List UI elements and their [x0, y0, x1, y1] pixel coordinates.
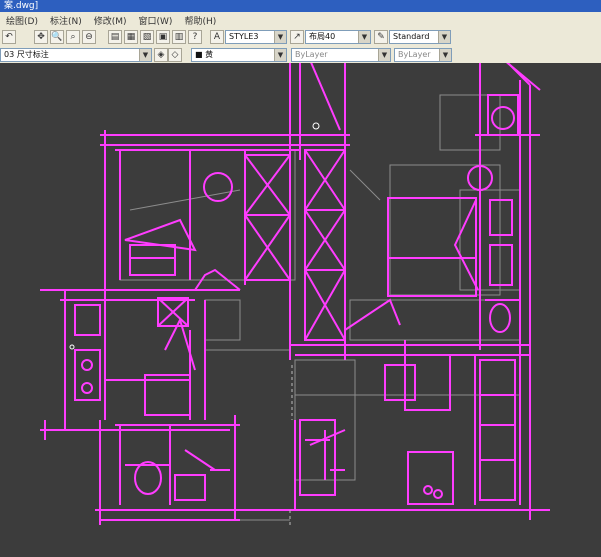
- pan-icon[interactable]: ✥: [34, 30, 48, 44]
- properties-icon[interactable]: ▤: [108, 30, 122, 44]
- sheet-set-icon[interactable]: ▣: [156, 30, 170, 44]
- standard-toolbar: ↶ ✥ 🔍 ⌕ ⊖ ▤ ▦ ▧ ▣ ▥ ? A STYLE3 ▼ ↗ 布局40 …: [0, 28, 601, 47]
- help-icon[interactable]: ?: [188, 30, 202, 44]
- color-select[interactable]: ■ 黄 ▼: [191, 48, 287, 62]
- cad-window: 案.dwg] 绘图(D) 标注(N) 修改(M) 窗口(W) 帮助(H) ↶ ✥…: [0, 0, 601, 557]
- table-style-icon: ✎: [374, 30, 388, 44]
- chevron-down-icon[interactable]: ▼: [358, 31, 370, 43]
- text-style-icon: A: [210, 30, 224, 44]
- chevron-down-icon[interactable]: ▼: [139, 49, 151, 61]
- zoom-previous-icon[interactable]: ⊖: [82, 30, 96, 44]
- menu-draw[interactable]: 绘图(D): [0, 14, 44, 27]
- color-value: ■ 黄: [195, 50, 214, 59]
- chevron-down-icon[interactable]: ▼: [438, 31, 450, 43]
- make-layer-current-icon[interactable]: ◇: [168, 48, 182, 62]
- menu-modify[interactable]: 修改(M): [88, 14, 133, 27]
- zoom-realtime-icon[interactable]: 🔍: [50, 30, 64, 44]
- drawing-canvas[interactable]: [0, 63, 601, 557]
- dim-style-value: 布局40: [309, 32, 336, 41]
- menu-window[interactable]: 窗口(W): [133, 14, 179, 27]
- chevron-down-icon[interactable]: ▼: [274, 31, 286, 43]
- node-marker-icon: [69, 344, 75, 350]
- table-style-value: Standard: [393, 32, 430, 41]
- chevron-down-icon[interactable]: ▼: [378, 49, 390, 61]
- zoom-window-icon[interactable]: ⌕: [66, 30, 80, 44]
- undo-icon[interactable]: ↶: [2, 30, 16, 44]
- layer-value: 03 尺寸标注: [4, 50, 49, 59]
- lineweight-value: ByLayer: [398, 50, 431, 59]
- menu-dimension[interactable]: 标注(N): [44, 14, 88, 27]
- dim-style-icon: ↗: [290, 30, 304, 44]
- dashed-opening-lines: [289, 365, 293, 525]
- layer-previous-icon[interactable]: ◈: [154, 48, 168, 62]
- layers-toolbar: 03 尺寸标注 ▼ ◈ ◇ ■ 黄 ▼ ByLayer ▼ ByLayer ▼: [0, 46, 601, 64]
- chevron-down-icon[interactable]: ▼: [274, 49, 286, 61]
- linetype-select[interactable]: ByLayer ▼: [291, 48, 391, 62]
- window-title-bar: 案.dwg]: [0, 0, 601, 12]
- menu-help[interactable]: 帮助(H): [178, 14, 222, 27]
- lineweight-select[interactable]: ByLayer ▼: [394, 48, 452, 62]
- floor-plan-drawing: [40, 63, 550, 525]
- tool-palette-icon[interactable]: ▧: [140, 30, 154, 44]
- menu-bar: 绘图(D) 标注(N) 修改(M) 窗口(W) 帮助(H): [0, 12, 601, 28]
- calculator-icon[interactable]: ▥: [172, 30, 186, 44]
- linetype-value: ByLayer: [295, 50, 328, 59]
- text-style-value: STYLE3: [229, 32, 259, 41]
- ucs-marker-icon: [312, 122, 320, 130]
- text-style-select[interactable]: STYLE3 ▼: [225, 30, 287, 44]
- table-style-select[interactable]: Standard ▼: [389, 30, 451, 44]
- redline-markup: [40, 63, 550, 525]
- window-title: 案.dwg]: [4, 1, 39, 11]
- design-center-icon[interactable]: ▦: [124, 30, 138, 44]
- chevron-down-icon[interactable]: ▼: [439, 49, 451, 61]
- dim-style-select[interactable]: 布局40 ▼: [305, 30, 371, 44]
- layer-select[interactable]: 03 尺寸标注 ▼: [0, 48, 152, 62]
